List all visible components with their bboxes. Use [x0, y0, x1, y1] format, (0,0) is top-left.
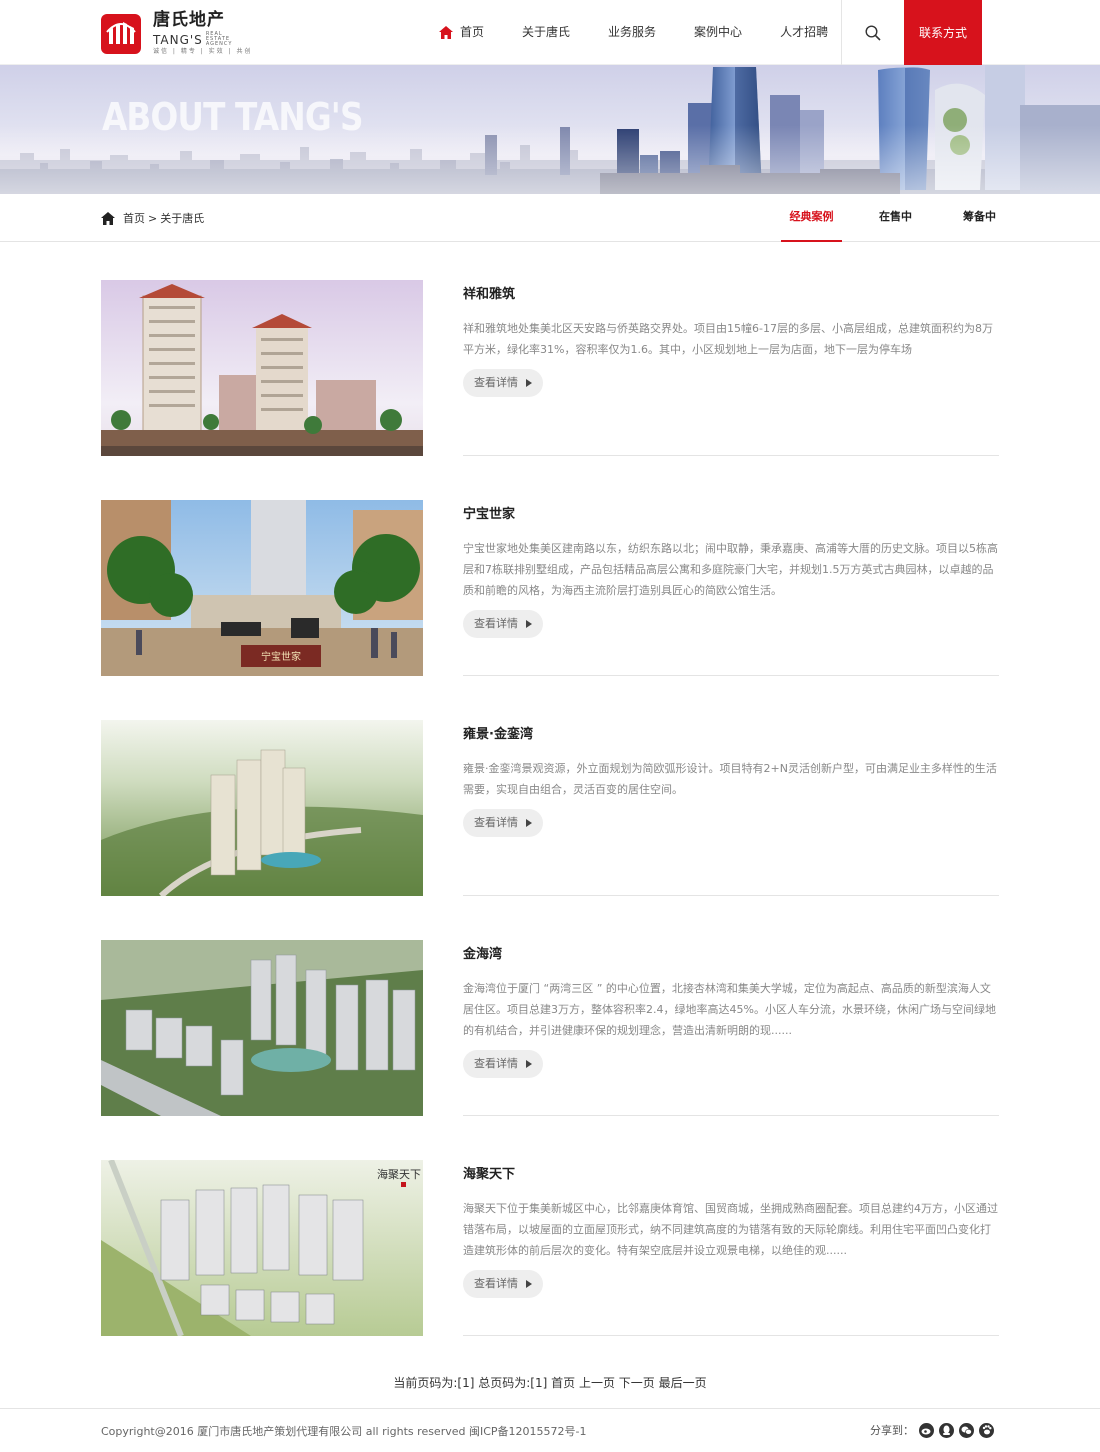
nav-item-label: 首页	[460, 25, 485, 39]
project-photo-jinhaiwan	[101, 940, 423, 1116]
site-footer: Copyright@2016 厦门市唐氏地产策划代理有限公司 all right…	[0, 1408, 1100, 1452]
breadcrumb: 首页 > 关于唐氏	[101, 210, 207, 226]
project-photo-xianghe	[101, 280, 423, 456]
project-info: 宁宝世家 宁宝世家地处集美区建南路以东，纺织东路以北；闹中取静，秉承嘉庚、高浦等…	[463, 500, 999, 676]
view-details-label: 查看详情	[474, 1057, 518, 1070]
site-header: 唐氏地产 TANG'S REAL ESTATE AGENCY 诚信 | 精专 | …	[0, 0, 1100, 65]
view-details-label: 查看详情	[474, 1277, 518, 1290]
home-icon	[439, 26, 453, 39]
project-thumbnail[interactable]	[101, 940, 423, 1116]
project-title[interactable]: 祥和雅筑	[463, 283, 999, 302]
view-details-button[interactable]: 查看详情	[463, 369, 543, 397]
nav-item-services[interactable]: 业务服务	[589, 0, 675, 65]
project-item: 祥和雅筑 祥和雅筑地处集美北区天安路与侨英路交界处。项目由15幢6-17层的多层…	[101, 280, 999, 500]
breadcrumb-home-link[interactable]: 首页	[123, 210, 145, 226]
project-photo-ningbao: 宁宝世家	[101, 500, 423, 676]
share-bar: 分享到：	[870, 1422, 994, 1438]
breadcrumb-current[interactable]: 关于唐氏	[160, 210, 204, 226]
project-info: 雍景·金銮湾 雍景·金銮湾景观资源，外立面规划为简欧弧形设计。项目特有2+N灵活…	[463, 720, 999, 896]
tab-classic-cases[interactable]: 经典案例	[781, 194, 842, 242]
breadcrumb-separator: >	[148, 211, 158, 225]
project-title[interactable]: 雍景·金銮湾	[463, 723, 999, 742]
search-button[interactable]	[841, 0, 904, 65]
play-arrow-icon	[526, 1280, 532, 1288]
view-details-button[interactable]: 查看详情	[463, 1270, 543, 1298]
play-arrow-icon	[526, 379, 532, 387]
home-icon	[101, 211, 115, 225]
project-item: 宁宝世家 宁宝世家 宁宝世家地处集美区建南路以东，纺织东路以北；闹中取静，秉承嘉…	[101, 500, 999, 720]
search-icon	[865, 24, 881, 41]
project-info: 海聚天下 海聚天下位于集美新城区中心，比邻嘉庚体育馆、国贸商城，坐拥成熟商圈配套…	[463, 1160, 999, 1336]
plaque-text: 宁宝世家	[261, 650, 301, 663]
nav-item-label: 案例中心	[694, 25, 743, 39]
site-logo[interactable]: 唐氏地产 TANG'S REAL ESTATE AGENCY 诚信 | 精专 | …	[101, 12, 253, 55]
tab-upcoming[interactable]: 筹备中	[949, 194, 1010, 242]
project-thumbnail[interactable]: 宁宝世家	[101, 500, 423, 676]
project-title[interactable]: 宁宝世家	[463, 503, 999, 522]
pager-last-link[interactable]: 最后一页	[659, 1376, 707, 1390]
view-details-button[interactable]: 查看详情	[463, 809, 543, 837]
project-item: 海聚天下 海聚天下 海聚天下位于集美新城区中心，比邻嘉庚体育馆、国贸商城，坐拥成…	[101, 1160, 999, 1380]
project-description: 海聚天下位于集美新城区中心，比邻嘉庚体育馆、国贸商城，坐拥成熟商圈配套。项目总建…	[463, 1202, 998, 1257]
pager-total: 总页码为:[1]	[478, 1376, 548, 1390]
nav-item-label: 业务服务	[608, 25, 657, 39]
logo-slogan: 诚信 | 精专 | 实效 | 共创	[153, 48, 253, 55]
project-photo-haiju: 海聚天下	[101, 1160, 423, 1336]
nav-item-label: 人才招聘	[780, 25, 829, 39]
project-info: 金海湾 金海湾位于厦门 “两湾三区 ” 的中心位置，北接杏林湾和集美大学城，定位…	[463, 940, 999, 1116]
wechat-icon[interactable]	[959, 1422, 974, 1438]
pager-next-link[interactable]: 下一页	[619, 1376, 655, 1390]
view-details-label: 查看详情	[474, 816, 518, 829]
view-details-label: 查看详情	[474, 617, 518, 630]
logo-name-cn: 唐氏地产	[153, 10, 225, 30]
logo-en-sub: REAL ESTATE AGENCY	[205, 31, 233, 47]
project-title[interactable]: 海聚天下	[463, 1163, 999, 1182]
logo-name-en: TANG'S	[153, 32, 203, 47]
project-photo-yongjing	[101, 720, 423, 896]
main-nav: 首页 关于唐氏 业务服务 案例中心 人才招聘	[420, 0, 847, 65]
view-details-button[interactable]: 查看详情	[463, 610, 543, 638]
share-label: 分享到：	[870, 1424, 914, 1437]
contact-button[interactable]: 联系方式	[904, 0, 982, 65]
project-item: 金海湾 金海湾位于厦门 “两湾三区 ” 的中心位置，北接杏林湾和集美大学城，定位…	[101, 940, 999, 1160]
project-description: 祥和雅筑地处集美北区天安路与侨英路交界处。项目由15幢6-17层的多层、小高层组…	[463, 322, 993, 356]
project-list: 祥和雅筑 祥和雅筑地处集美北区天安路与侨英路交界处。项目由15幢6-17层的多层…	[101, 280, 999, 1380]
play-arrow-icon	[526, 819, 532, 827]
play-arrow-icon	[526, 620, 532, 628]
sub-navigation-bar: 首页 > 关于唐氏 经典案例 在售中 筹备中	[0, 194, 1100, 242]
pager-current: 当前页码为:[1]	[393, 1376, 475, 1390]
nav-item-label: 关于唐氏	[522, 25, 571, 39]
baidu-icon[interactable]	[979, 1422, 994, 1438]
pager-prev-link[interactable]: 上一页	[579, 1376, 615, 1390]
qq-icon[interactable]	[939, 1422, 954, 1438]
project-description: 金海湾位于厦门 “两湾三区 ” 的中心位置，北接杏林湾和集美大学城，定位为高起点…	[463, 982, 996, 1037]
project-info: 祥和雅筑 祥和雅筑地处集美北区天安路与侨英路交界处。项目由15幢6-17层的多层…	[463, 280, 999, 456]
project-description: 宁宝世家地处集美区建南路以东，纺织东路以北；闹中取静，秉承嘉庚、高浦等大厝的历史…	[463, 542, 998, 597]
project-thumbnail[interactable]: 海聚天下	[101, 1160, 423, 1336]
nav-item-cases[interactable]: 案例中心	[675, 0, 761, 65]
pagination: 当前页码为:[1] 总页码为:[1] 首页 上一页 下一页 最后一页	[0, 1374, 1100, 1391]
nav-item-about[interactable]: 关于唐氏	[503, 0, 589, 65]
nav-item-jobs[interactable]: 人才招聘	[761, 0, 847, 65]
project-item: 雍景·金銮湾 雍景·金銮湾景观资源，外立面规划为简欧弧形设计。项目特有2+N灵活…	[101, 720, 999, 940]
copyright-text: Copyright@2016 厦门市唐氏地产策划代理有限公司 all right…	[101, 1425, 587, 1438]
banner-title: ABOUT TANG'S	[102, 95, 363, 139]
view-details-label: 查看详情	[474, 376, 518, 389]
page-banner: ABOUT TANG'S	[0, 65, 1100, 194]
tab-on-sale[interactable]: 在售中	[865, 194, 926, 242]
logo-mark-icon	[101, 13, 141, 54]
project-thumbnail[interactable]	[101, 720, 423, 896]
calligraphy-text: 海聚天下	[377, 1167, 421, 1181]
project-title[interactable]: 金海湾	[463, 943, 999, 962]
view-details-button[interactable]: 查看详情	[463, 1050, 543, 1078]
category-tabs: 经典案例 在售中 筹备中	[781, 194, 1010, 242]
pager-first-link[interactable]: 首页	[551, 1376, 575, 1390]
nav-item-home[interactable]: 首页	[420, 0, 503, 65]
project-description: 雍景·金銮湾景观资源，外立面规划为简欧弧形设计。项目特有2+N灵活创新户型，可由…	[463, 762, 997, 796]
play-arrow-icon	[526, 1060, 532, 1068]
project-thumbnail[interactable]	[101, 280, 423, 456]
weibo-icon[interactable]	[919, 1422, 934, 1438]
